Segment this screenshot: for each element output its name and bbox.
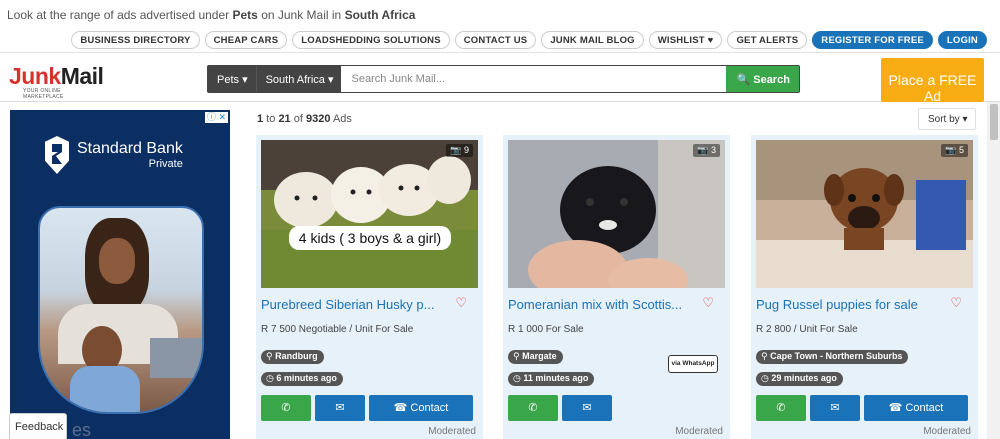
whatsapp-button[interactable]: ✆	[508, 395, 558, 421]
moderation-status: Moderated	[675, 426, 723, 437]
results-count: 1 to 21 of 9320 Ads	[257, 113, 352, 125]
phone-icon: ☎	[888, 402, 903, 414]
listing-price: R 7 500 Negotiable / Unit For Sale	[261, 324, 414, 335]
map-pin-icon: ⚲	[761, 351, 768, 361]
posted-time-badge: ◷ 29 minutes ago	[756, 372, 843, 386]
logo-tagline: YOUR ONLINE MARKETPLACE	[23, 88, 64, 100]
whatsapp-button[interactable]: ✆	[261, 395, 311, 421]
wishlist-heart-icon[interactable]: ♡	[455, 295, 467, 311]
clock-icon: ◷	[513, 373, 521, 383]
place-free-ad-button[interactable]: Place a FREE Ad	[881, 58, 984, 104]
clock-icon: ◷	[266, 373, 274, 383]
nav-cheap-cars[interactable]: CHEAP CARS	[204, 31, 288, 49]
listing-title[interactable]: Pug Russel puppies for sale	[756, 297, 946, 312]
clock-icon: ◷	[761, 373, 769, 383]
search-input[interactable]	[341, 66, 727, 92]
moderation-status: Moderated	[428, 426, 476, 437]
listing-card[interactable]: 📷 5 Pug Russel puppies for sale ♡ R 2 80…	[751, 135, 978, 439]
nav-junk-mail-blog[interactable]: JUNK MAIL BLOG	[541, 31, 644, 49]
location-badge: ⚲ Cape Town - Northern Suburbs	[756, 350, 909, 364]
junk-mail-logo[interactable]: JunkMail YOUR ONLINE MARKETPLACE	[9, 65, 104, 101]
nav-contact-us[interactable]: CONTACT US	[454, 31, 537, 49]
listing-card[interactable]: 4 kids ( 3 boys & a girl) 📷 9 Purebreed …	[256, 135, 483, 439]
standard-bank-advert[interactable]: ⓘ ✕ Standard Bank Private es	[10, 110, 230, 439]
intro-region: South Africa	[344, 8, 416, 22]
nav-wishlist[interactable]: WISHLIST ♥	[648, 31, 723, 49]
moderation-status: Moderated	[923, 426, 971, 437]
intro-category: Pets	[232, 8, 258, 22]
sort-by-dropdown[interactable]: Sort by ▾	[918, 108, 976, 130]
listing-price: R 2 800 / Unit For Sale	[756, 324, 858, 335]
register-button[interactable]: REGISTER FOR FREE	[812, 31, 933, 49]
ad-choices-icon[interactable]: ⓘ ✕	[204, 112, 228, 123]
location-badge: ⚲ Margate	[508, 350, 563, 364]
map-pin-icon: ⚲	[266, 351, 273, 361]
posted-time-badge: ◷ 6 minutes ago	[261, 372, 343, 386]
nav-get-alerts[interactable]: GET ALERTS	[727, 31, 808, 49]
contact-button[interactable]: ☎ Contact	[864, 395, 968, 421]
map-pin-icon: ⚲	[513, 351, 520, 361]
photo-count: 📷 3	[693, 144, 720, 157]
intro-text: Look at the range of ads advertised unde…	[7, 8, 416, 22]
nav-business-directory[interactable]: BUSINESS DIRECTORY	[71, 31, 200, 49]
feedback-tab[interactable]: Feedback	[9, 413, 67, 439]
location-badge: ⚲ Randburg	[261, 350, 324, 364]
envelope-icon: ✉	[335, 402, 345, 414]
scrollbar-thumb[interactable]	[990, 104, 998, 140]
whatsapp-icon: ✆	[528, 402, 538, 414]
listing-photo[interactable]: 📷 3	[508, 140, 725, 288]
page-scrollbar[interactable]	[987, 102, 1000, 439]
whatsapp-button[interactable]: ✆	[756, 395, 806, 421]
standard-bank-logo-icon	[45, 136, 69, 174]
site-header: JunkMail YOUR ONLINE MARKETPLACE Pets ▾ …	[0, 52, 1000, 104]
category-select[interactable]: Pets ▾	[208, 66, 256, 92]
listing-photo[interactable]: 📷 5	[756, 140, 973, 288]
via-whatsapp-badge: via WhatsApp	[668, 355, 718, 373]
camera-icon: 📷	[945, 145, 957, 155]
envelope-icon: ✉	[830, 402, 840, 414]
ad-brand: Standard Bank Private	[45, 136, 183, 174]
photo-count: 📷 9	[446, 144, 473, 157]
email-button[interactable]: ✉	[810, 395, 860, 421]
ad-tagline-partial: es	[72, 420, 92, 439]
contact-button[interactable]: ☎ Contact	[369, 395, 473, 421]
ad-image	[38, 206, 204, 414]
photo-caption: 4 kids ( 3 boys & a girl)	[298, 230, 442, 246]
envelope-icon: ✉	[582, 402, 592, 414]
wishlist-heart-icon[interactable]: ♡	[702, 295, 714, 311]
whatsapp-icon: ✆	[281, 402, 291, 414]
camera-icon: 📷	[450, 145, 462, 155]
top-nav: BUSINESS DIRECTORY CHEAP CARS LOADSHEDDI…	[71, 31, 987, 49]
listing-title[interactable]: Pomeranian mix with Scottis...	[508, 297, 698, 312]
nav-loadshedding-solutions[interactable]: LOADSHEDDING SOLUTIONS	[292, 31, 450, 49]
camera-icon: 📷	[697, 145, 709, 155]
wishlist-heart-icon[interactable]: ♡	[950, 295, 962, 311]
search-bar: Pets ▾ South Africa ▾ 🔍 Search	[207, 65, 800, 93]
whatsapp-icon: ✆	[776, 402, 786, 414]
email-button[interactable]: ✉	[562, 395, 612, 421]
listing-card[interactable]: 📷 3 Pomeranian mix with Scottis... ♡ R 1…	[503, 135, 730, 439]
listing-title[interactable]: Purebreed Siberian Husky p...	[261, 297, 451, 312]
posted-time-badge: ◷ 11 minutes ago	[508, 372, 595, 386]
phone-icon: ☎	[393, 402, 408, 414]
photo-count: 📷 5	[941, 144, 968, 157]
listing-photo[interactable]: 4 kids ( 3 boys & a girl) 📷 9	[261, 140, 478, 288]
login-button[interactable]: LOGIN	[937, 31, 987, 49]
region-select[interactable]: South Africa ▾	[255, 66, 342, 92]
email-button[interactable]: ✉	[315, 395, 365, 421]
listing-price: R 1 000 For Sale	[508, 324, 584, 335]
search-button[interactable]: 🔍 Search	[726, 66, 799, 92]
